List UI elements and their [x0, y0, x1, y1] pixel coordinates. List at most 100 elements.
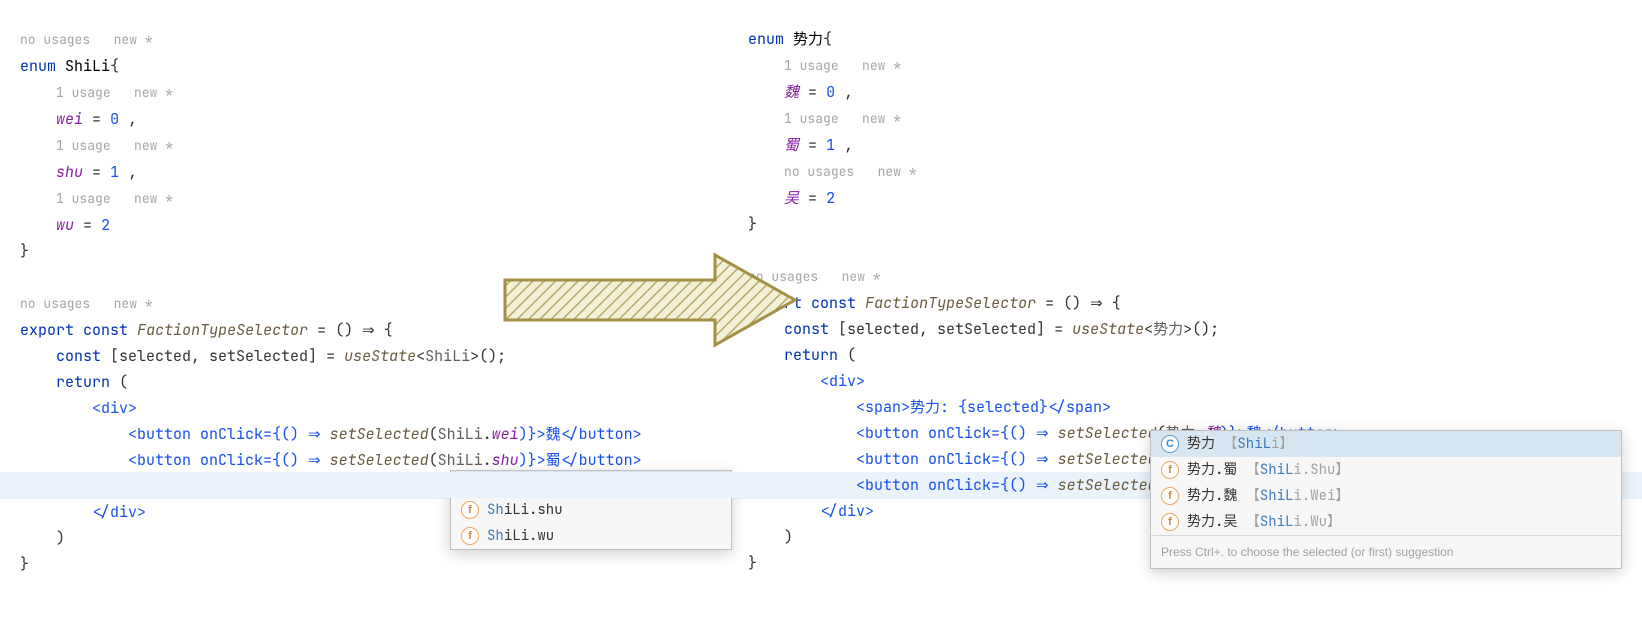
enum-member-ref: shu — [492, 450, 519, 470]
autocomplete-footer: Press Ctrl+. to choose the selected (or … — [1151, 535, 1621, 568]
kw-enum: enum — [20, 56, 56, 76]
close-brace: } — [748, 553, 757, 573]
generic-type: 势力 — [1153, 319, 1183, 339]
kw-const: const — [811, 293, 856, 313]
kw-const: const — [83, 320, 128, 340]
arrow-fn: () ⇒ { — [335, 320, 393, 340]
tail: (); — [479, 346, 506, 366]
component-name: FactionTypeSelector — [865, 293, 1036, 313]
div-open: <div> — [820, 371, 865, 391]
enum-value: 0 — [826, 82, 835, 102]
close-brace: } — [20, 554, 29, 574]
enum-value: 1 — [110, 162, 119, 182]
enum-value: 0 — [110, 109, 119, 129]
generic-type: ShiLi — [425, 346, 470, 366]
autocomplete-popup-right[interactable]: C 势力 【ShiLi】 f 势力.蜀 【ShiLi.Shu】 f 势力.魏 【ShiLi… — [1150, 430, 1622, 569]
open-paren: ( — [838, 345, 856, 365]
arrow-fn: () ⇒ { — [1063, 293, 1121, 313]
usage-hint: no usages new * — [20, 31, 153, 48]
generic-open: < — [1144, 319, 1153, 339]
kw-export: export — [748, 293, 802, 313]
enum-value: 2 — [826, 188, 835, 208]
eq: = — [1045, 319, 1072, 339]
button-line: <button onClick={() ⇒ — [128, 424, 330, 444]
autocomplete-item[interactable]: f ShiLi.shu — [451, 497, 731, 523]
field-icon: f — [1161, 461, 1179, 479]
autocomplete-item[interactable]: f 势力.魏 【ShiLi.Wei】 — [1151, 483, 1621, 509]
field-icon: f — [461, 527, 479, 545]
button-line: <button onClick={() ⇒ — [128, 450, 330, 470]
autocomplete-item[interactable]: f 势力.吴 【ShiLi.Wu】 — [1151, 509, 1621, 535]
enum-member-ref: wei — [492, 424, 519, 444]
enum-member: wei — [56, 109, 83, 129]
destructure: [selected, setSelected] — [838, 319, 1045, 339]
div-close: </div> — [92, 502, 146, 522]
enum-member: 吴 — [784, 188, 799, 208]
usage-hint: 1 usage new * — [56, 84, 173, 101]
class-icon: C — [1161, 435, 1179, 453]
usage-hint: no usages new * — [748, 268, 881, 285]
autocomplete-label: 势力 【ShiLi】 — [1187, 432, 1293, 456]
button-line: <button onClick={() ⇒ — [856, 449, 1058, 469]
use-state-call: useState — [344, 346, 416, 366]
enum-member: wu — [56, 215, 74, 235]
autocomplete-item[interactable]: f ShiLi.wu — [451, 523, 731, 549]
destructure: [selected, setSelected] — [110, 346, 317, 366]
set-selected: setSelected — [1058, 423, 1157, 443]
set-selected: setSelected — [1058, 475, 1157, 495]
generic-close: > — [470, 346, 479, 366]
dot: . — [483, 424, 492, 444]
field-icon: f — [1161, 487, 1179, 505]
root: no usages new * enum ShiLi{ 1 usage new … — [0, 0, 1642, 618]
usage-hint: 1 usage new * — [784, 57, 901, 74]
button-tail: )}>蜀</button> — [519, 450, 642, 470]
kw-enum: enum — [748, 29, 784, 49]
autocomplete-label: 势力.吴 【ShiLi.Wu】 — [1187, 510, 1341, 534]
close-paren: ) — [784, 527, 793, 547]
set-selected: setSelected — [1058, 449, 1157, 469]
kw-const: const — [784, 319, 829, 339]
autocomplete-item[interactable]: C 势力 【ShiLi】 — [1151, 431, 1621, 457]
eq: = — [317, 346, 344, 366]
set-selected: setSelected — [330, 450, 429, 470]
close-paren: ) — [56, 528, 65, 548]
field-icon: f — [461, 501, 479, 519]
autocomplete-item[interactable]: f 势力.蜀 【ShiLi.Shu】 — [1151, 457, 1621, 483]
span-line: <span>势力: {selected}</span> — [856, 397, 1111, 417]
enum-value: 2 — [101, 215, 110, 235]
set-selected: setSelected — [330, 424, 429, 444]
autocomplete-label: 势力.魏 【ShiLi.Wei】 — [1187, 484, 1349, 508]
usage-hint: no usages new * — [20, 295, 153, 312]
usage-hint: 1 usage new * — [56, 137, 173, 154]
usage-hint: 1 usage new * — [56, 190, 173, 207]
open-paren: ( — [110, 372, 128, 392]
usage-hint: 1 usage new * — [784, 110, 901, 127]
component-name: FactionTypeSelector — [137, 320, 308, 340]
dot: . — [483, 450, 492, 470]
button-tail: )}>魏</button> — [519, 424, 642, 444]
kw-export: export — [20, 320, 74, 340]
kw-return: return — [784, 345, 838, 365]
enum-value: 1 — [826, 135, 835, 155]
enum-member: 蜀 — [784, 135, 799, 155]
enum-name: ShiLi — [65, 56, 110, 76]
enum-name: 势力 — [793, 29, 823, 49]
kw-const: const — [56, 346, 101, 366]
autocomplete-label: 势力.蜀 【ShiLi.Shu】 — [1187, 458, 1349, 482]
field-icon: f — [1161, 513, 1179, 531]
usage-hint: no usages new * — [784, 163, 917, 180]
generic-close: > — [1183, 319, 1192, 339]
button-line: <button onClick={() ⇒ — [856, 475, 1058, 495]
enum-ref: ShiLi — [438, 450, 483, 470]
autocomplete-label: ShiLi.wu — [487, 524, 554, 548]
tail: (); — [1192, 319, 1219, 339]
enum-ref: ShiLi — [438, 424, 483, 444]
div-close: </div> — [820, 501, 874, 521]
button-line: <button onClick={() ⇒ — [856, 423, 1058, 443]
autocomplete-label: ShiLi.shu — [487, 498, 563, 522]
div-open: <div> — [92, 398, 137, 418]
generic-open: < — [416, 346, 425, 366]
enum-member: shu — [56, 162, 83, 182]
use-state-call: useState — [1072, 319, 1144, 339]
kw-return: return — [56, 372, 110, 392]
